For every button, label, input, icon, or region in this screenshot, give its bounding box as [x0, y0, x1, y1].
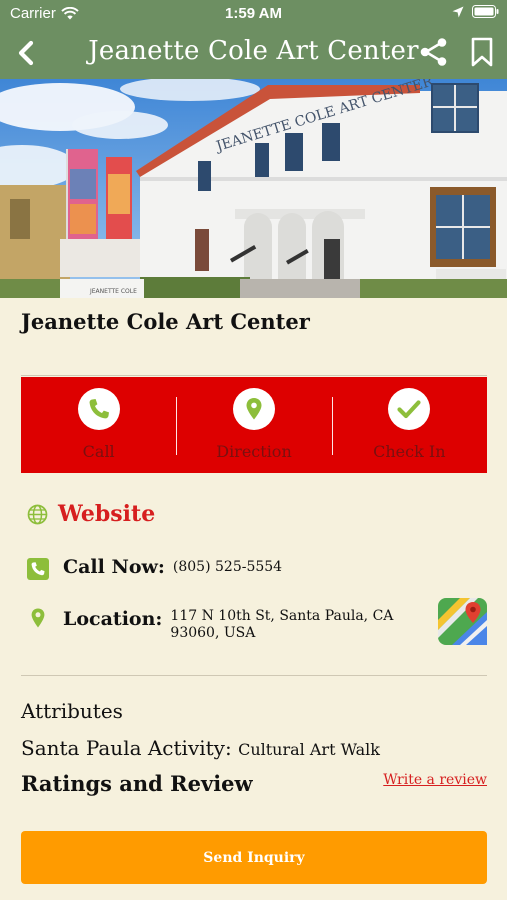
- action-bar: Call Direction Check In: [21, 377, 487, 473]
- address: 117 N 10th St, Santa Paula, CA 93060, US…: [170, 608, 393, 642]
- call-circle: [77, 388, 120, 430]
- address-line-1: 117 N 10th St, Santa Paula, CA: [170, 608, 394, 624]
- status-time: 1:59 AM: [225, 5, 282, 22]
- location-label: Location:: [63, 608, 163, 630]
- call-action-button[interactable]: Call: [21, 377, 176, 473]
- website-label: Website: [58, 501, 156, 527]
- phone-square-icon: [27, 558, 49, 580]
- direction-label: Direction: [216, 442, 292, 461]
- bookmark-icon[interactable]: [469, 37, 495, 67]
- send-inquiry-button[interactable]: Send Inquiry: [21, 831, 487, 884]
- check-in-label: Check In: [373, 442, 446, 461]
- battery-icon: [472, 5, 499, 18]
- divider-top: [21, 375, 487, 376]
- map-pin-icon: [246, 398, 262, 420]
- place-title: Jeanette Cole Art Center: [21, 309, 310, 334]
- phone-number[interactable]: (805) 525-5554: [173, 559, 282, 576]
- divider-bottom: [21, 675, 487, 676]
- website-link[interactable]: Website: [27, 501, 155, 527]
- location-row: Location: 117 N 10th St, Santa Paula, CA…: [27, 605, 393, 642]
- hero-image: JEANETTE COLE ART CENTER JEANETTE COLE: [0, 79, 507, 298]
- status-bar: Carrier 1:59 AM: [0, 0, 507, 28]
- location-arrow-icon: [452, 6, 464, 17]
- attribute-value: Cultural Art Walk: [238, 740, 380, 759]
- call-label: Call: [82, 442, 115, 461]
- write-review-link[interactable]: Write a review: [383, 772, 487, 788]
- attributes-heading: Attributes: [21, 699, 123, 723]
- plaque-text: JEANETTE COLE: [89, 288, 137, 295]
- call-now-label: Call Now:: [63, 556, 165, 578]
- check-in-circle: [388, 388, 431, 430]
- globe-icon: [27, 504, 48, 524]
- ratings-heading: Ratings and Review: [21, 771, 253, 796]
- check-in-action-button[interactable]: Check In: [331, 377, 487, 473]
- direction-action-button[interactable]: Direction: [176, 377, 331, 473]
- location-pin-icon: [31, 608, 45, 628]
- direction-circle: [232, 388, 275, 430]
- maps-app-icon[interactable]: [438, 598, 487, 645]
- call-now-row[interactable]: Call Now: (805) 525-5554: [27, 556, 282, 580]
- address-line-2: 93060, USA: [170, 625, 256, 641]
- nav-bar: Jeanette Cole Art Center: [0, 28, 507, 79]
- building-illustration: JEANETTE COLE ART CENTER JEANETTE COLE: [0, 79, 507, 298]
- status-right: [452, 5, 499, 18]
- share-icon[interactable]: [419, 37, 449, 67]
- attribute-row: Santa Paula Activity: Cultural Art Walk: [21, 736, 380, 760]
- attribute-key: Santa Paula Activity:: [21, 736, 232, 760]
- check-icon: [397, 400, 421, 419]
- phone-icon: [89, 399, 109, 419]
